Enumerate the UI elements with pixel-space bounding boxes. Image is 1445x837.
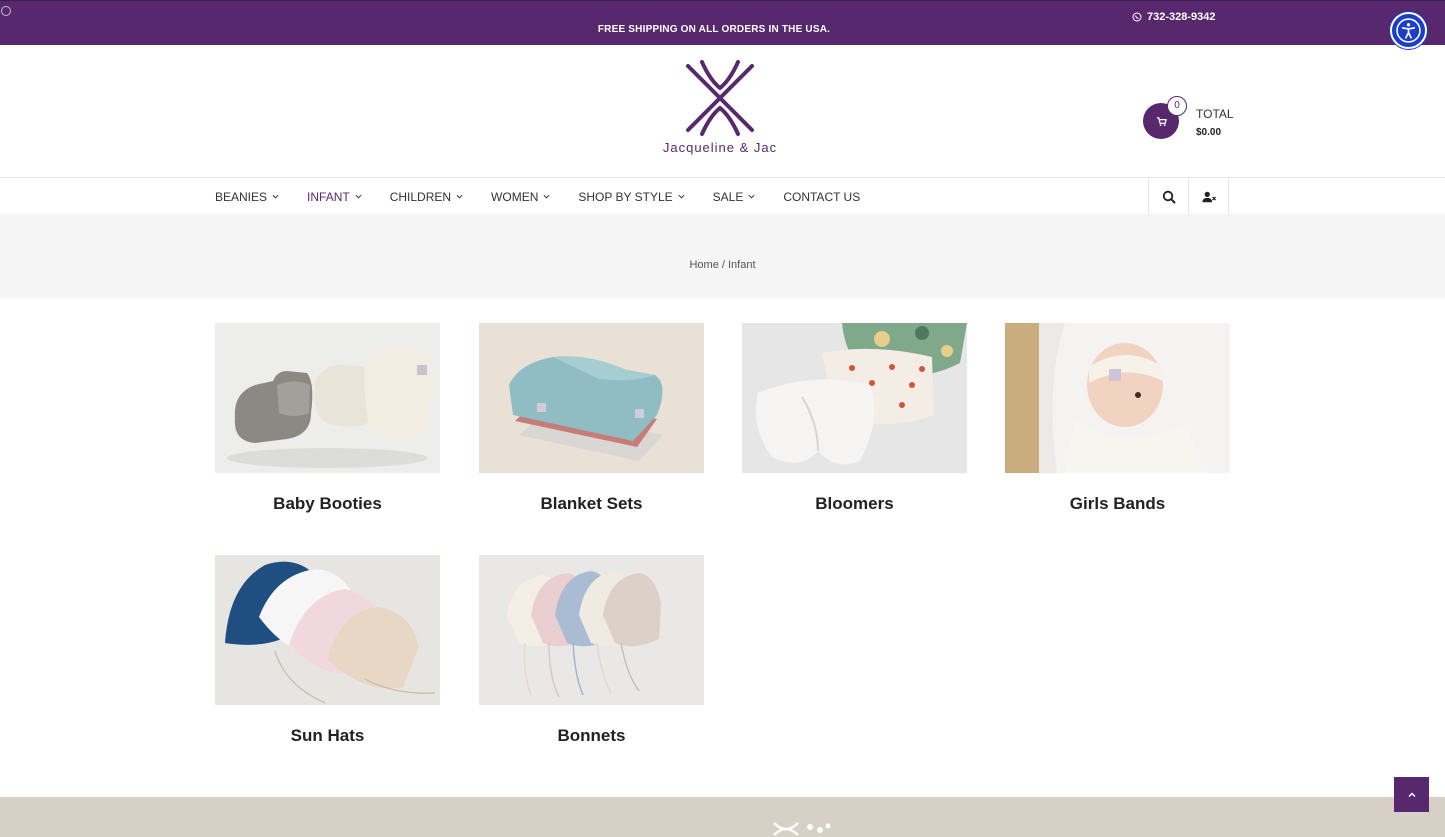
nav-label: SALE [712, 189, 744, 204]
chevron-down-icon [543, 194, 550, 199]
blanket-sets-photo [479, 323, 704, 473]
chevron-down-icon [355, 194, 362, 199]
category-title[interactable]: Blanket Sets [479, 494, 704, 514]
bonnets-photo [479, 555, 704, 705]
category-title[interactable]: Bonnets [479, 726, 704, 746]
category-card-blanket-sets[interactable]: Blanket Sets [479, 323, 704, 514]
brand-name: Jacqueline & Jac [662, 140, 778, 155]
category-image[interactable] [742, 323, 967, 473]
main-menu: BEANIES INFANT CHILDREN WOMEN SHOP BY ST… [215, 178, 888, 215]
chevron-down-icon [456, 194, 463, 199]
nav-item-contact-us[interactable]: CONTACT US [783, 190, 860, 204]
nav-label: WOMEN [491, 189, 539, 204]
accessibility-icon [1396, 18, 1421, 43]
radio-indicator[interactable] [1, 6, 11, 16]
cart-icon [1156, 116, 1167, 126]
sun-hats-photo [215, 555, 440, 705]
cart-total-label: TOTAL [1196, 107, 1234, 121]
nav-item-infant[interactable]: INFANT [307, 190, 362, 204]
baby-booties-photo [215, 323, 440, 473]
category-image[interactable] [479, 555, 704, 705]
category-image[interactable] [215, 323, 440, 473]
breadcrumb-bar: Home / Infant [0, 214, 1445, 298]
category-title[interactable]: Baby Booties [215, 494, 440, 514]
footer-logo-icon [773, 822, 831, 836]
chevron-down-icon [272, 194, 279, 199]
category-card-girls-bands[interactable]: Girls Bands [1005, 323, 1230, 514]
search-icon [1162, 190, 1175, 203]
nav-label: INFANT [307, 189, 350, 204]
search-button[interactable] [1149, 178, 1189, 215]
nav-label: CHILDREN [389, 189, 452, 204]
announcement-bar: 732-328-9342 FREE SHIPPING ON ALL ORDERS… [0, 0, 1445, 45]
phone-link[interactable]: 732-328-9342 [1132, 11, 1216, 23]
cart-total-value: $0.00 [1196, 127, 1222, 138]
nav-label: SHOP BY STYLE [578, 189, 673, 204]
whatsapp-icon [1132, 12, 1142, 22]
category-title[interactable]: Bloomers [742, 494, 967, 514]
site-logo[interactable]: Jacqueline & Jac [650, 58, 790, 162]
nav-label: CONTACT US [783, 189, 861, 204]
nav-label: BEANIES [215, 189, 268, 204]
category-image[interactable] [215, 555, 440, 705]
girls-bands-photo [1005, 323, 1230, 473]
chevron-up-icon [1408, 792, 1415, 797]
breadcrumb[interactable]: Home / Infant [0, 259, 1445, 271]
category-card-bloomers[interactable]: Bloomers [742, 323, 967, 514]
category-card-sun-hats[interactable]: Sun Hats [215, 555, 440, 746]
chevron-down-icon [678, 194, 685, 199]
nav-item-sale[interactable]: SALE [713, 190, 756, 204]
cart-count-badge: 0 [1167, 96, 1187, 116]
accessibility-button[interactable] [1390, 12, 1427, 49]
category-card-bonnets[interactable]: Bonnets [479, 555, 704, 746]
chevron-down-icon [748, 194, 755, 199]
category-image[interactable] [479, 323, 704, 473]
user-icon [1201, 191, 1216, 202]
phone-number: 732-328-9342 [1147, 11, 1216, 23]
account-button[interactable] [1189, 178, 1229, 215]
shipping-notice: FREE SHIPPING ON ALL ORDERS IN THE USA. [597, 24, 831, 35]
main-navbar: BEANIES INFANT CHILDREN WOMEN SHOP BY ST… [0, 177, 1445, 215]
nav-item-beanies[interactable]: BEANIES [215, 190, 279, 204]
nav-icon-group [1148, 178, 1229, 215]
category-title[interactable]: Girls Bands [1005, 494, 1230, 514]
nav-item-children[interactable]: CHILDREN [390, 190, 463, 204]
category-card-baby-booties[interactable]: Baby Booties [215, 323, 440, 514]
category-title[interactable]: Sun Hats [215, 726, 440, 746]
brand-logo-icon [686, 60, 754, 136]
site-footer [0, 797, 1445, 837]
nav-item-shop-by-style[interactable]: SHOP BY STYLE [578, 189, 685, 204]
nav-item-women[interactable]: WOMEN [491, 190, 550, 204]
bloomers-photo [742, 323, 967, 473]
category-image[interactable] [1005, 323, 1230, 473]
back-to-top-button[interactable] [1394, 777, 1429, 812]
